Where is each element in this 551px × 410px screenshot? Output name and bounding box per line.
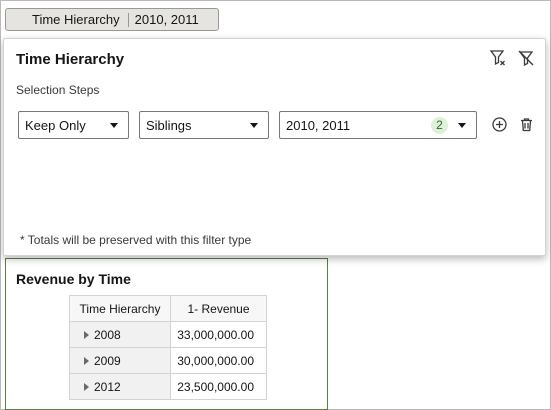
row-member-label: 2012 <box>94 379 121 394</box>
filter-off-icon[interactable] <box>517 49 535 67</box>
row-value: 33,000,000.00 <box>170 321 267 348</box>
popup-title: Time Hierarchy <box>16 51 125 68</box>
report-title: Revenue by Time <box>16 271 131 287</box>
chevron-down-icon <box>250 123 258 128</box>
row-value: 23,500,000.00 <box>170 373 267 400</box>
totals-note: * Totals will be preserved with this fil… <box>20 233 252 247</box>
table-row: 2009 30,000,000.00 <box>69 347 267 374</box>
step-action-select[interactable]: Keep Only <box>18 111 129 139</box>
row-member-label: 2008 <box>94 327 121 342</box>
step-relation-value: Siblings <box>146 117 192 133</box>
filter-chip[interactable]: Time Hierarchy 2010, 2011 <box>5 8 219 31</box>
filter-chip-label: Time Hierarchy <box>32 12 120 27</box>
expand-triangle-icon[interactable] <box>84 356 89 365</box>
pivot-table: Time Hierarchy 1- Revenue 2008 33,000,00… <box>69 295 267 400</box>
popup-toolbar <box>489 49 535 67</box>
row-value: 30,000,000.00 <box>170 347 267 374</box>
column-header-revenue: 1- Revenue <box>170 295 267 322</box>
row-member-2009[interactable]: 2009 <box>69 347 171 374</box>
step-members-select[interactable]: 2010, 2011 2 <box>279 111 477 139</box>
report-view: Revenue by Time Time Hierarchy 1- Revenu… <box>5 258 328 410</box>
table-row: 2012 23,500,000.00 <box>69 373 267 400</box>
add-step-icon[interactable] <box>491 116 508 133</box>
expand-triangle-icon[interactable] <box>84 382 89 391</box>
expand-triangle-icon[interactable] <box>84 330 89 339</box>
selection-steps-label: Selection Steps <box>16 83 100 97</box>
step-relation-select[interactable]: Siblings <box>139 111 269 139</box>
chevron-down-icon <box>458 123 466 128</box>
chevron-down-icon <box>110 123 118 128</box>
row-member-2008[interactable]: 2008 <box>69 321 171 348</box>
table-header-row: Time Hierarchy 1- Revenue <box>69 295 267 322</box>
clear-filter-icon[interactable] <box>489 49 507 67</box>
row-member-label: 2009 <box>94 353 121 368</box>
step-members-value: 2010, 2011 <box>286 117 351 133</box>
table-row: 2008 33,000,000.00 <box>69 321 267 348</box>
step-actions <box>491 116 535 133</box>
filter-popup: Time Hierarchy Selection Steps Keep Only… <box>3 38 546 256</box>
step-action-value: Keep Only <box>25 117 86 133</box>
delete-step-icon[interactable] <box>518 116 535 133</box>
filter-chip-value: 2010, 2011 <box>134 12 199 27</box>
column-header-time: Time Hierarchy <box>69 295 171 322</box>
member-count-badge: 2 <box>431 117 448 134</box>
row-member-2012[interactable]: 2012 <box>69 373 171 400</box>
